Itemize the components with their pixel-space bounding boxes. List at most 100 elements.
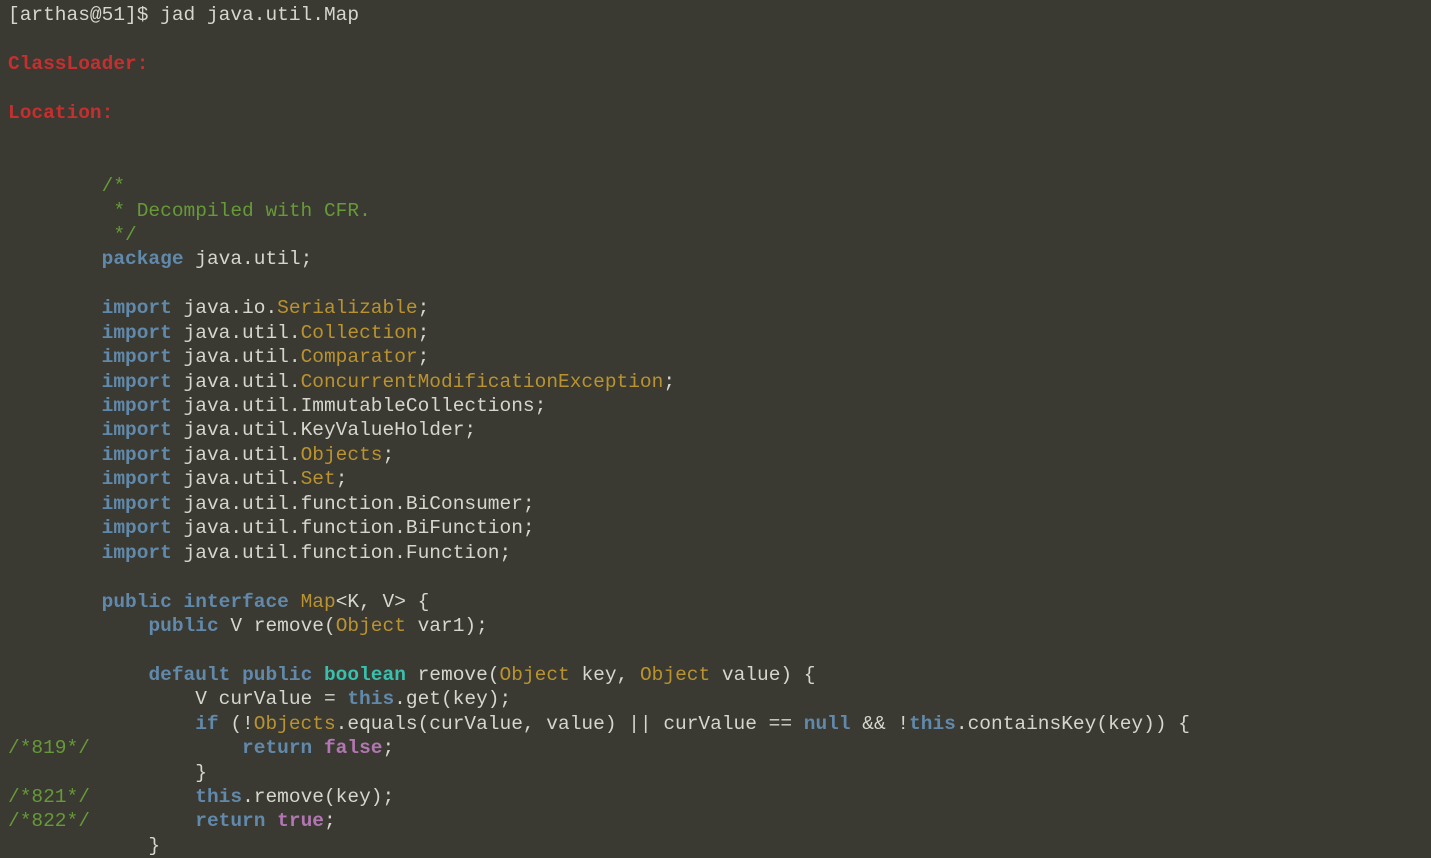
code-segment-default — [8, 297, 102, 319]
code-segment-default — [265, 810, 277, 832]
code-segment-default: ; — [417, 346, 430, 369]
code-segment-type: Objects — [300, 443, 383, 466]
code-line: public interface Map<K, V> { — [8, 590, 1431, 614]
code-segment-keyword: this — [195, 786, 243, 808]
code-segment-default — [8, 713, 195, 735]
code-segment-keyword: this — [909, 712, 956, 735]
code-segment-keyword: default — [148, 663, 231, 686]
code-segment-default: remove( — [405, 663, 500, 686]
code-segment-lit: false — [323, 737, 383, 760]
code-segment-keyword: this — [347, 688, 395, 711]
code-segment-keyword: return — [195, 810, 266, 833]
code-line: import java.util.ImmutableCollections; — [8, 394, 1431, 418]
code-segment-keyword: return — [242, 737, 313, 760]
code-segment-default — [8, 200, 102, 222]
code-segment-default — [8, 493, 102, 515]
code-line: /*819*/ return false; — [8, 736, 1431, 760]
code-segment-default — [90, 810, 195, 832]
code-segment-lit: true — [277, 810, 324, 833]
code-segment-type: Comparator — [300, 346, 418, 369]
code-segment-default — [172, 591, 184, 613]
code-line: * Decompiled with CFR. — [8, 199, 1431, 223]
code-line: } — [8, 761, 1431, 785]
code-line: import java.util.KeyValueHolder; — [8, 418, 1431, 442]
code-segment-default: var1); — [405, 614, 488, 637]
code-segment-default: .equals(curValue, value) || curValue == — [335, 712, 804, 735]
prompt-line: [arthas@51]$ jad java.util.Map — [8, 3, 1431, 27]
code-segment-default: ; — [323, 810, 336, 833]
code-segment-type: Map — [300, 590, 336, 613]
code-segment-default — [8, 591, 102, 613]
code-segment-keyword: import — [101, 468, 172, 491]
code-line: import java.util.Comparator; — [8, 345, 1431, 369]
code-segment-default — [8, 419, 102, 441]
code-line: import java.util.function.Function; — [8, 541, 1431, 565]
code-line: import java.util.ConcurrentModificationE… — [8, 370, 1431, 394]
code-segment-default: ; — [417, 321, 430, 344]
code-segment-default: value) { — [710, 663, 816, 686]
code-line: package java.util; — [8, 247, 1431, 271]
code-segment-default — [90, 786, 195, 808]
code-segment-default — [8, 322, 102, 344]
code-segment-label: Location: — [8, 101, 114, 124]
code-segment-default — [289, 591, 301, 613]
code-segment-default: V curValue = — [8, 688, 348, 711]
code-line: */ — [8, 223, 1431, 247]
code-line: public V remove(Object var1); — [8, 614, 1431, 638]
code-segment-default: V remove( — [218, 614, 336, 637]
code-segment-default — [8, 517, 102, 539]
code-segment-keyword: public — [101, 590, 172, 613]
code-segment-default: .remove(key); — [242, 786, 395, 808]
code-segment-default — [312, 664, 324, 686]
code-segment-default: java.util.function.BiFunction; — [171, 517, 535, 540]
code-segment-keyword: import — [101, 492, 172, 515]
code-segment-keyword: if — [195, 712, 219, 735]
code-segment-default — [8, 175, 102, 197]
code-segment-type: Serializable — [277, 297, 418, 320]
code-segment-default: java.util.function.Function; — [171, 541, 512, 564]
code-segment-default: && ! — [850, 712, 910, 735]
code-segment-default — [8, 395, 102, 417]
code-segment-default: } — [8, 834, 161, 857]
code-segment-type: Objects — [253, 712, 336, 735]
code-segment-keyword: import — [101, 443, 172, 466]
code-segment-type: Set — [300, 468, 336, 491]
code-segment-keyword: import — [101, 297, 172, 320]
code-segment-default: java.util. — [171, 370, 301, 393]
code-segment-default: .containsKey(key)) { — [955, 712, 1190, 735]
code-segment-lineno: /*819*/ — [8, 737, 90, 760]
terminal-screen[interactable]: [arthas@51]$ jad java.util.Map ClassLoade… — [0, 0, 1431, 858]
code-line: } — [8, 834, 1431, 858]
code-line: if (!Objects.equals(curValue, value) || … — [8, 712, 1431, 736]
code-segment-keyword: public — [242, 663, 313, 686]
code-segment-default: java.util. — [171, 346, 301, 369]
code-segment-default: java.util. — [171, 468, 301, 491]
code-line: import java.util.Collection; — [8, 321, 1431, 345]
code-segment-default: java.util. — [171, 443, 301, 466]
code-segment-default — [8, 224, 102, 246]
code-line: import java.util.Objects; — [8, 443, 1431, 467]
code-segment-default: java.util.ImmutableCollections; — [171, 395, 547, 417]
code-segment-default — [312, 737, 324, 759]
code-segment-default: java.io. — [171, 297, 278, 320]
code-segment-keyword: public — [148, 614, 219, 637]
code-segment-keyword: import — [101, 517, 172, 540]
code-segment-type: Object — [639, 663, 711, 686]
code-segment-default: key, — [569, 663, 640, 686]
code-line: /*821*/ this.remove(key); — [8, 785, 1431, 809]
code-line: import java.util.function.BiConsumer; — [8, 492, 1431, 516]
code-segment-keyword: interface — [183, 590, 289, 613]
code-line: import java.util.function.BiFunction; — [8, 516, 1431, 540]
code-segment-default: .get(key); — [394, 688, 512, 711]
location-label: Location: — [8, 101, 1431, 125]
code-segment-label: ClassLoader: — [8, 52, 149, 75]
code-segment-keyword: package — [101, 248, 184, 271]
code-segment-type: ConcurrentModificationException — [300, 370, 664, 393]
code-segment-default — [8, 444, 102, 466]
code-segment-default: (! — [218, 712, 254, 735]
code-segment-type: Collection — [300, 321, 418, 344]
code-segment-default — [8, 248, 102, 270]
